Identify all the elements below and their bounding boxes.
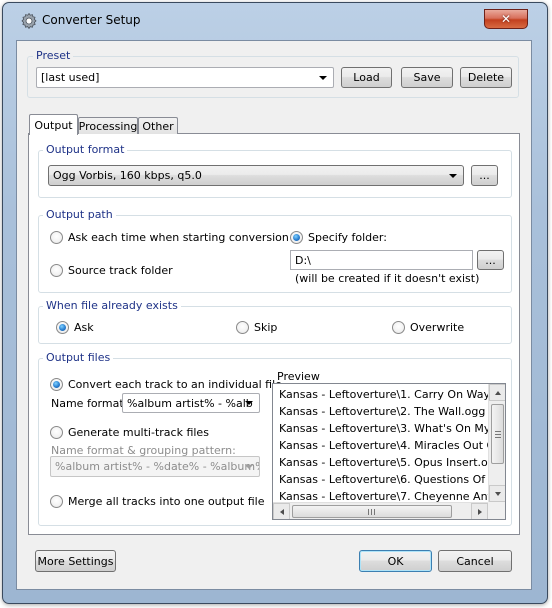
- tab-processing[interactable]: Processing: [78, 117, 138, 134]
- source-track-folder-label: Source track folder: [68, 264, 173, 277]
- folder-hint: (will be created if it doesn't exist): [295, 272, 480, 285]
- scroll-thumb[interactable]: [491, 404, 504, 464]
- convert-each-option[interactable]: Convert each track to an individual file: [50, 378, 282, 391]
- list-item[interactable]: Kansas - Leftoverture\6. Questions Of My…: [273, 471, 505, 488]
- arrow-down-icon: [494, 491, 501, 496]
- arrow-up-icon: [494, 390, 501, 395]
- folder-path-value: D:\: [295, 253, 311, 267]
- vertical-scrollbar[interactable]: [488, 384, 505, 502]
- save-button[interactable]: Save: [401, 67, 453, 88]
- exists-skip-label: Skip: [254, 321, 278, 334]
- preset-legend: Preset: [33, 49, 74, 62]
- radio-button-selected[interactable]: [50, 378, 63, 391]
- scroll-left-button[interactable]: [273, 503, 290, 519]
- output-format-legend: Output format: [43, 143, 128, 156]
- folder-path-input[interactable]: D:\: [290, 250, 473, 270]
- output-path-legend: Output path: [43, 208, 116, 221]
- list-item[interactable]: Kansas - Leftoverture\1. Carry On Waywar…: [273, 386, 505, 403]
- chevron-down-icon: [245, 464, 253, 469]
- list-item[interactable]: Kansas - Leftoverture\2. The Wall.ogg: [273, 403, 488, 420]
- preview-label: Preview: [277, 370, 320, 383]
- radio-button-selected[interactable]: [290, 231, 303, 244]
- exists-overwrite-label: Overwrite: [410, 321, 465, 334]
- output-format-browse-button[interactable]: ...: [471, 165, 498, 186]
- radio-button-selected[interactable]: [56, 321, 69, 334]
- file-exists-legend: When file already exists: [43, 299, 181, 312]
- ok-button[interactable]: OK: [359, 550, 432, 572]
- radio-button[interactable]: [50, 264, 63, 277]
- radio-button[interactable]: [392, 321, 405, 334]
- merge-all-label: Merge all tracks into one output file: [68, 495, 265, 508]
- delete-button[interactable]: Delete: [460, 67, 512, 88]
- cancel-button[interactable]: Cancel: [438, 550, 512, 572]
- merge-all-option[interactable]: Merge all tracks into one output file: [50, 495, 264, 508]
- radio-button[interactable]: [50, 495, 63, 508]
- scroll-up-button[interactable]: [489, 384, 505, 401]
- scroll-right-button[interactable]: [471, 503, 488, 519]
- ask-each-time-label: Ask each time when starting conversion: [68, 231, 289, 244]
- convert-each-label: Convert each track to an individual file: [68, 378, 282, 391]
- name-format-dropdown[interactable]: %album artist% - %alb: [122, 393, 260, 413]
- close-button[interactable]: ✕: [484, 9, 528, 29]
- multi-track-label: Generate multi-track files: [68, 426, 209, 439]
- output-files-legend: Output files: [43, 351, 114, 364]
- exists-ask-label: Ask: [74, 321, 94, 334]
- preset-dropdown[interactable]: [last used]: [36, 67, 334, 88]
- window-title: Converter Setup: [42, 13, 141, 27]
- scroll-thumb-horizontal[interactable]: [292, 505, 452, 518]
- multi-track-option[interactable]: Generate multi-track files: [50, 426, 209, 439]
- arrow-left-icon: [279, 508, 284, 515]
- preset-dropdown-value: [last used]: [41, 71, 100, 84]
- more-settings-button[interactable]: More Settings: [35, 550, 116, 572]
- folder-browse-button[interactable]: ...: [477, 250, 504, 270]
- radio-button[interactable]: [50, 426, 63, 439]
- specify-folder-option[interactable]: Specify folder:: [290, 231, 387, 244]
- list-item[interactable]: Kansas - Leftoverture\3. What's On My Mi…: [273, 420, 505, 437]
- chevron-down-icon: [449, 173, 457, 178]
- output-format-dropdown[interactable]: Ogg Vorbis, 160 kbps, q5.0: [48, 165, 464, 186]
- ask-each-time-option[interactable]: Ask each time when starting conversion: [50, 231, 289, 244]
- tab-output[interactable]: Output: [29, 114, 78, 135]
- list-item[interactable]: Kansas - Leftoverture\4. Miracles Out Of…: [273, 437, 505, 454]
- output-format-value: Ogg Vorbis, 160 kbps, q5.0: [53, 169, 202, 182]
- chevron-down-icon: [245, 401, 253, 405]
- source-track-folder-option[interactable]: Source track folder: [50, 264, 173, 277]
- close-icon: ✕: [500, 12, 512, 26]
- radio-button[interactable]: [50, 231, 63, 244]
- name-format-label: Name format:: [51, 397, 128, 410]
- grouping-pattern-dropdown[interactable]: %album artist% - %date% - %album%: [50, 456, 260, 477]
- exists-overwrite-option[interactable]: Overwrite: [392, 321, 464, 334]
- preview-list[interactable]: Kansas - Leftoverture\1. Carry On Waywar…: [272, 383, 506, 520]
- scroll-down-button[interactable]: [489, 485, 505, 502]
- preview-items: Kansas - Leftoverture\1. Carry On Waywar…: [273, 386, 505, 505]
- tab-other[interactable]: Other: [138, 117, 178, 134]
- specify-folder-label: Specify folder:: [308, 231, 387, 244]
- chevron-down-icon: [319, 75, 327, 80]
- exists-ask-option[interactable]: Ask: [56, 321, 94, 334]
- gear-icon: [20, 12, 38, 30]
- list-item[interactable]: Kansas - Leftoverture\5. Opus Insert.ogg: [273, 454, 502, 471]
- exists-skip-option[interactable]: Skip: [236, 321, 277, 334]
- radio-button[interactable]: [236, 321, 249, 334]
- grouping-pattern-value: %album artist% - %date% - %album%: [55, 460, 260, 473]
- name-format-value: %album artist% - %alb: [127, 396, 253, 410]
- load-button[interactable]: Load: [341, 67, 392, 88]
- scroll-corner: [488, 502, 505, 519]
- arrow-right-icon: [477, 508, 482, 515]
- horizontal-scrollbar[interactable]: [273, 502, 488, 519]
